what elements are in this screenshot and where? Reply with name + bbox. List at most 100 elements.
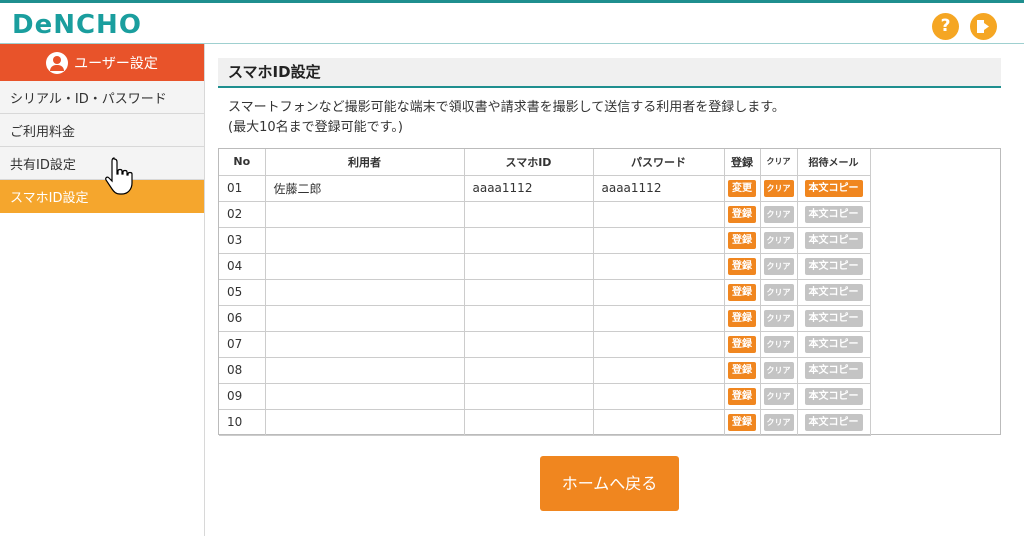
register-button[interactable]: 登録 [728,231,756,249]
row-smartphone-id-cell[interactable] [464,279,594,306]
smartphone-id-table-container: No 利用者 スマホID パスワード 登録 クリア 招待メール 01 佐藤二郎 aa… [218,148,1001,436]
row-smartphone-id-cell[interactable] [464,227,594,254]
row-no: 02 [219,201,266,228]
main-content: スマホID設定 スマートフォンなど撮影可能な端末で領収書や請求書を撮影して送信す… [218,58,1001,511]
register-button[interactable]: 登録 [728,335,756,353]
register-button[interactable]: 登録 [728,257,756,275]
sidebar-item-shared-id[interactable]: 共有ID設定 [0,147,204,180]
copy-text-button[interactable]: 本文コピー [804,309,863,327]
row-user-cell[interactable] [265,305,465,332]
table-row: 03 登録 クリア 本文コピー [219,227,871,254]
row-password-cell[interactable] [593,305,725,332]
row-password-cell[interactable] [593,383,725,410]
row-smartphone-id-cell[interactable] [464,201,594,228]
row-smartphone-id-cell[interactable] [464,253,594,280]
clear-button[interactable]: クリア [763,283,794,301]
row-mail-cell: 本文コピー [797,201,871,228]
row-password-cell[interactable] [593,227,725,254]
row-smartphone-id-cell[interactable] [464,305,594,332]
register-button[interactable]: 登録 [728,283,756,301]
row-smartphone-id-cell[interactable] [464,383,594,410]
row-password-cell[interactable] [593,331,725,358]
row-user-cell[interactable] [265,279,465,306]
table-row: 06 登録 クリア 本文コピー [219,305,871,332]
clear-button[interactable]: クリア [763,179,794,197]
return-home-button[interactable]: ホームへ戻る [540,456,679,511]
row-password-cell[interactable] [593,201,725,228]
page-description: スマートフォンなど撮影可能な端末で領収書や請求書を撮影して送信する利用者を登録し… [218,98,1001,138]
sidebar-header: ユーザー設定 [0,44,204,81]
row-clear-cell: クリア [760,357,798,384]
row-smartphone-id-cell[interactable] [464,357,594,384]
denco-logo[interactable]: DeNCHO [12,10,142,40]
smartphone-id-table: No 利用者 スマホID パスワード 登録 クリア 招待メール 01 佐藤二郎 aa… [219,149,871,436]
row-user-cell[interactable] [265,383,465,410]
clear-button[interactable]: クリア [763,335,794,353]
description-line-2: (最大10名まで登録可能です。) [228,120,403,135]
row-mail-cell: 本文コピー [797,357,871,384]
row-mail-cell: 本文コピー [797,253,871,280]
row-password-cell[interactable] [593,357,725,384]
table-row: 08 登録 クリア 本文コピー [219,357,871,384]
copy-text-button[interactable]: 本文コピー [804,283,863,301]
row-clear-cell: クリア [760,331,798,358]
clear-button[interactable]: クリア [763,413,794,431]
row-no: 09 [219,383,266,410]
row-user-cell[interactable] [265,409,465,436]
row-password-cell[interactable] [593,409,725,436]
table-row: 04 登録 クリア 本文コピー [219,253,871,280]
copy-text-button[interactable]: 本文コピー [804,179,863,197]
register-button[interactable]: 登録 [728,413,756,431]
clear-button[interactable]: クリア [763,387,794,405]
register-button[interactable]: 登録 [728,309,756,327]
header-smartphone-id: スマホID [464,149,594,176]
row-clear-cell: クリア [760,201,798,228]
sidebar-item-usage-fee[interactable]: ご利用料金 [0,114,204,147]
table-row: 05 登録 クリア 本文コピー [219,279,871,306]
copy-text-button[interactable]: 本文コピー [804,335,863,353]
sidebar: ユーザー設定 シリアル・ID・パスワード ご利用料金 共有ID設定 スマホID設… [0,44,205,536]
header-invite-mail: 招待メール [797,149,871,176]
row-mail-cell: 本文コピー [797,175,871,202]
row-clear-cell: クリア [760,253,798,280]
register-button[interactable]: 登録 [728,205,756,223]
row-user-cell[interactable] [265,201,465,228]
logout-icon[interactable] [970,13,997,40]
table-row: 10 登録 クリア 本文コピー [219,409,871,436]
row-password-cell[interactable]: aaaa1112 [593,175,725,202]
clear-button[interactable]: クリア [763,361,794,379]
row-user-cell[interactable] [265,253,465,280]
sidebar-item-serial-id-password[interactable]: シリアル・ID・パスワード [0,81,204,114]
copy-text-button[interactable]: 本文コピー [804,413,863,431]
row-register-cell: 登録 [724,201,761,228]
change-button[interactable]: 変更 [728,179,756,197]
row-user-cell[interactable] [265,227,465,254]
clear-button[interactable]: クリア [763,231,794,249]
row-smartphone-id-cell[interactable] [464,409,594,436]
copy-text-button[interactable]: 本文コピー [804,257,863,275]
row-clear-cell: クリア [760,305,798,332]
row-user-cell[interactable]: 佐藤二郎 [265,175,465,202]
help-icon[interactable]: ? [932,13,959,40]
row-no: 08 [219,357,266,384]
sidebar-item-smartphone-id[interactable]: スマホID設定 [0,180,204,213]
clear-button[interactable]: クリア [763,257,794,275]
clear-button[interactable]: クリア [763,309,794,327]
copy-text-button[interactable]: 本文コピー [804,387,863,405]
copy-text-button[interactable]: 本文コピー [804,205,863,223]
copy-text-button[interactable]: 本文コピー [804,361,863,379]
row-user-cell[interactable] [265,331,465,358]
copy-text-button[interactable]: 本文コピー [804,231,863,249]
row-smartphone-id-cell[interactable] [464,331,594,358]
row-register-cell: 登録 [724,383,761,410]
row-smartphone-id-cell[interactable]: aaaa1112 [464,175,594,202]
row-clear-cell: クリア [760,409,798,436]
row-password-cell[interactable] [593,253,725,280]
row-password-cell[interactable] [593,279,725,306]
row-user-cell[interactable] [265,357,465,384]
clear-button[interactable]: クリア [763,205,794,223]
table-row: 07 登録 クリア 本文コピー [219,331,871,358]
register-button[interactable]: 登録 [728,361,756,379]
register-button[interactable]: 登録 [728,387,756,405]
row-no: 03 [219,227,266,254]
